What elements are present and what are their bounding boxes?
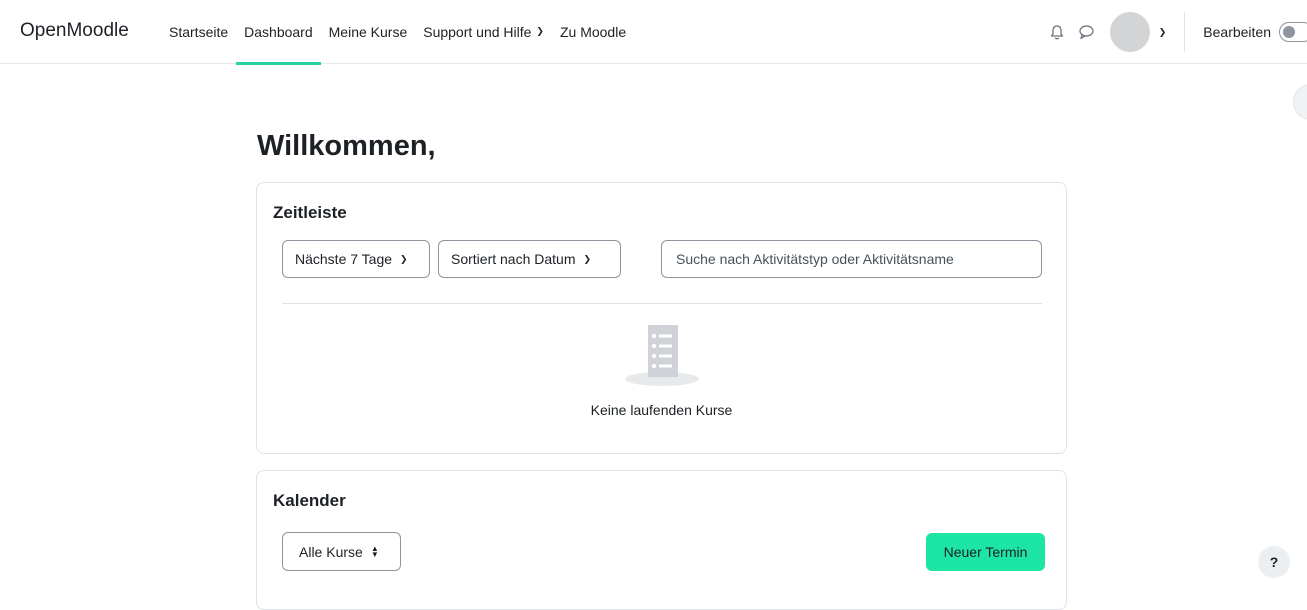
timeline-empty-message: Keine laufenden Kurse bbox=[590, 402, 733, 418]
top-navbar: OpenMoodle Startseite Dashboard Meine Ku… bbox=[0, 0, 1307, 65]
calendar-course-filter-select[interactable]: Alle Kurse ▲ ▼ bbox=[282, 532, 401, 571]
nav-item-label: Startseite bbox=[169, 24, 229, 40]
bell-icon bbox=[1050, 24, 1063, 39]
help-button[interactable]: ? bbox=[1258, 546, 1290, 578]
site-brand[interactable]: OpenMoodle bbox=[20, 20, 129, 42]
chevron-down-icon: ❯ bbox=[1158, 26, 1167, 37]
notifications-button[interactable] bbox=[1042, 17, 1072, 47]
chevron-down-icon: ❯ bbox=[400, 253, 408, 264]
timeline-search-input[interactable] bbox=[661, 240, 1042, 278]
chevron-down-icon: ❯ bbox=[536, 25, 544, 36]
nav-item-zu-moodle[interactable]: Zu Moodle bbox=[552, 0, 634, 64]
nav-item-label: Dashboard bbox=[244, 24, 313, 40]
chat-bubble-icon bbox=[1079, 25, 1094, 40]
calendar-title: Kalender bbox=[273, 491, 346, 510]
calendar-block: Kalender Alle Kurse ▲ ▼ Neuer Termin bbox=[256, 470, 1067, 610]
nav-item-support-und-hilfe[interactable]: Support und Hilfe ❯ bbox=[415, 0, 552, 64]
nav-item-label: Zu Moodle bbox=[559, 24, 627, 40]
sort-updown-icon: ▲ ▼ bbox=[370, 543, 379, 559]
timeline-block: Zeitleiste Nächste 7 Tage ❯ Sortiert nac… bbox=[256, 182, 1067, 454]
nav-item-label: Support und Hilfe bbox=[423, 24, 532, 40]
edit-mode-label: Bearbeiten bbox=[1203, 24, 1271, 40]
nav-item-meine-kurse[interactable]: Meine Kurse bbox=[321, 0, 416, 64]
navbar-user-area: ❯ Bearbeiten bbox=[1042, 0, 1307, 64]
timeline-day-filter-dropdown[interactable]: Nächste 7 Tage ❯ bbox=[282, 240, 430, 278]
block-drawer-toggle[interactable] bbox=[1293, 84, 1307, 120]
chevron-down-icon: ❯ bbox=[583, 253, 592, 264]
question-icon: ? bbox=[1269, 554, 1279, 570]
nav-item-dashboard[interactable]: Dashboard bbox=[236, 0, 321, 65]
avatar bbox=[1109, 12, 1150, 52]
new-event-button[interactable]: Neuer Termin bbox=[926, 533, 1045, 571]
messages-button[interactable] bbox=[1072, 17, 1102, 47]
navbar-divider bbox=[1184, 12, 1186, 52]
timeline-divider bbox=[282, 303, 1042, 304]
timeline-sort-dropdown[interactable]: Sortiert nach Datum ❯ bbox=[438, 240, 621, 278]
course-filter-value: Alle Kurse bbox=[299, 543, 363, 560]
empty-list-icon bbox=[625, 325, 699, 386]
edit-mode-toggle[interactable] bbox=[1279, 22, 1307, 42]
primary-navigation: Startseite Dashboard Meine Kurse Support… bbox=[163, 0, 634, 65]
sort-value: Sortiert nach Datum bbox=[451, 251, 576, 267]
day-filter-value: Nächste 7 Tage bbox=[295, 251, 393, 267]
nav-item-label: Meine Kurse bbox=[328, 24, 408, 40]
page-title: Willkommen, bbox=[257, 130, 436, 162]
nav-item-startseite[interactable]: Startseite bbox=[163, 0, 236, 64]
toggle-knob bbox=[1283, 26, 1295, 38]
timeline-title: Zeitleiste bbox=[273, 203, 347, 222]
user-menu-toggle[interactable]: ❯ bbox=[1109, 12, 1167, 52]
